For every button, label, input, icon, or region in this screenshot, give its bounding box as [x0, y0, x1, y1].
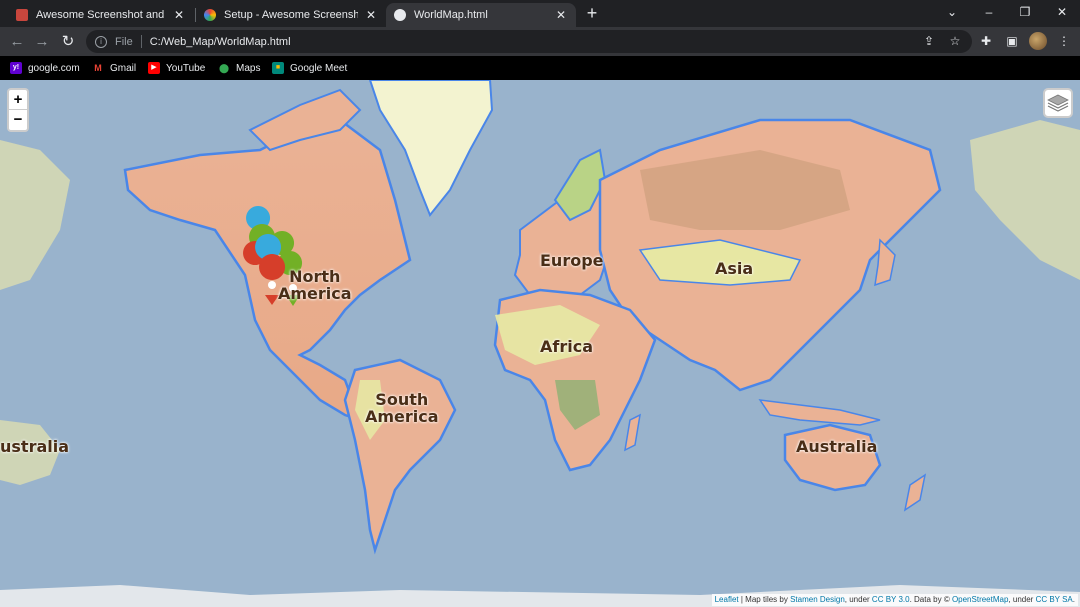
cc-by-sa-link[interactable]: CC BY SA	[1036, 595, 1073, 604]
setup-favicon-icon	[204, 9, 216, 21]
tab-strip: Awesome Screenshot and Scree ✕ Setup - A…	[0, 0, 1080, 27]
zoom-in-button[interactable]: +	[9, 90, 27, 110]
profile-avatar[interactable]	[1029, 32, 1047, 50]
browser-toolbar: ← → ↻ i File C:/Web_Map/WorldMap.html ⇪ …	[0, 27, 1080, 56]
attr-text: , under	[1008, 595, 1036, 604]
wrapped-land-right	[970, 120, 1080, 280]
side-panel-icon[interactable]: ▣	[1004, 33, 1020, 49]
close-tab-icon[interactable]: ✕	[172, 8, 186, 22]
bookmark-star-icon[interactable]: ☆	[947, 33, 963, 49]
leaflet-map[interactable]: North America Europe Asia Africa South A…	[0, 80, 1080, 607]
map-attribution: Leaflet | Map tiles by Stamen Design, un…	[711, 594, 1078, 606]
bookmark-label: Gmail	[110, 62, 137, 74]
attr-text: | Map tiles by	[738, 595, 791, 604]
bookmark-maps[interactable]: ⬤ Maps	[218, 60, 261, 76]
new-tab-button[interactable]: +	[583, 3, 601, 23]
tab-title: WorldMap.html	[414, 9, 488, 21]
close-window-button[interactable]: ✕	[1052, 2, 1072, 22]
wrapped-land-left	[0, 140, 70, 290]
label-africa: Africa	[540, 337, 593, 356]
gmail-icon: M	[94, 63, 102, 73]
awesome-screenshot-favicon-icon	[16, 9, 28, 21]
label-australia: Australia	[796, 437, 878, 456]
kebab-menu-icon[interactable]: ⋮	[1056, 33, 1072, 49]
tab-awesome-screenshot[interactable]: Awesome Screenshot and Scree ✕	[8, 3, 194, 27]
cc-by-link[interactable]: CC BY 3.0	[872, 595, 910, 604]
layers-control-button[interactable]	[1043, 88, 1073, 118]
madagascar	[624, 413, 641, 452]
bookmark-youtube[interactable]: ▶ YouTube	[148, 60, 205, 76]
youtube-icon: ▶	[148, 62, 160, 74]
tab-search-dropdown-icon[interactable]: ⌄	[942, 2, 962, 22]
tab-title: Awesome Screenshot and Scree	[36, 9, 166, 21]
label-australia-wrapped: ustralia	[0, 437, 70, 456]
share-icon[interactable]: ⇪	[921, 33, 937, 49]
bookmark-google[interactable]: y! google.com	[10, 60, 80, 76]
bookmark-label: YouTube	[166, 62, 206, 74]
zoom-control: + −	[7, 88, 29, 132]
leaflet-link[interactable]: Leaflet	[715, 595, 739, 604]
close-tab-icon[interactable]: ✕	[364, 8, 378, 22]
new-zealand	[903, 473, 927, 512]
bookmark-label: Maps	[236, 62, 261, 74]
attr-text: , under	[844, 595, 872, 604]
tab-worldmap[interactable]: WorldMap.html ✕	[386, 3, 576, 27]
stamen-link[interactable]: Stamen Design	[790, 595, 845, 604]
australia	[783, 423, 882, 492]
bookmark-label: Google Meet	[290, 62, 348, 74]
osm-link[interactable]: OpenStreetMap	[952, 595, 1008, 604]
indonesia	[758, 399, 881, 426]
label-south-america: South America	[365, 390, 439, 426]
yahoo-icon: y!	[10, 62, 22, 74]
label-north-america: North America	[278, 267, 352, 303]
bookmark-label: google.com	[28, 62, 80, 74]
restore-button[interactable]: ❐	[1015, 2, 1035, 22]
attr-text: . Data by ©	[909, 595, 952, 604]
url-text[interactable]: C:/Web_Map/WorldMap.html	[150, 36, 291, 48]
info-icon[interactable]: i	[95, 35, 107, 48]
bookmark-gmail[interactable]: M Gmail	[92, 60, 136, 76]
forward-button[interactable]: →	[32, 32, 52, 52]
reload-button[interactable]: ↻	[58, 32, 78, 52]
meet-icon: ■	[272, 62, 284, 74]
zoom-out-button[interactable]: −	[9, 110, 27, 130]
back-button[interactable]: ←	[7, 32, 27, 52]
attr-text: .	[1072, 595, 1075, 604]
scheme-label: File	[115, 35, 133, 48]
bookmarks-bar: y! google.com M Gmail ▶ YouTube ⬤ Maps ■…	[0, 56, 1080, 80]
label-europe: Europe	[540, 251, 604, 270]
label-asia: Asia	[715, 259, 754, 278]
minimize-button[interactable]: –	[979, 2, 999, 22]
address-bar[interactable]: i File C:/Web_Map/WorldMap.html	[86, 30, 972, 53]
tab-title: Setup - Awesome Screenshot	[224, 9, 358, 21]
maps-icon: ⬤	[218, 63, 230, 73]
close-tab-icon[interactable]: ✕	[554, 8, 568, 22]
globe-favicon-icon	[394, 9, 406, 21]
bookmark-google-meet[interactable]: ■ Google Meet	[272, 60, 347, 76]
layers-icon	[1047, 94, 1069, 112]
tab-setup[interactable]: Setup - Awesome Screenshot ✕	[196, 3, 386, 27]
omnibox-divider	[140, 35, 142, 48]
extensions-icon[interactable]: ✚	[978, 33, 994, 49]
